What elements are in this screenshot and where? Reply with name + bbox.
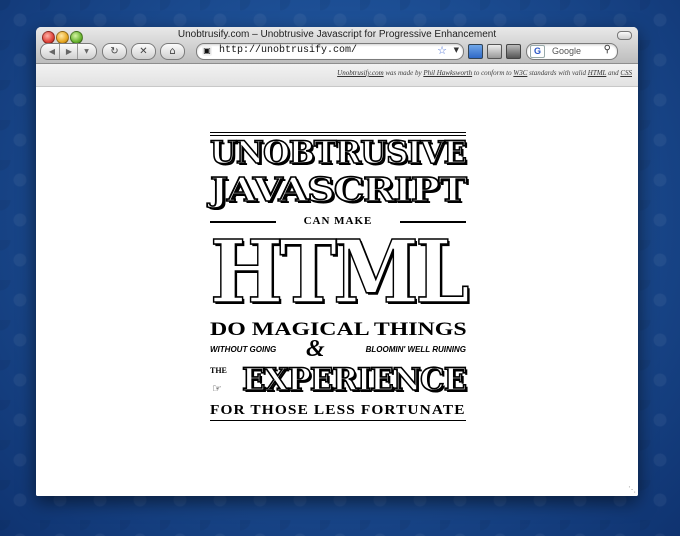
url-text[interactable]: http://unobtrusify.com/: [219, 45, 357, 56]
poster-experience: EXPERIENCE: [241, 362, 468, 398]
navigation-group: ◀ ▶ ▼: [40, 43, 97, 60]
poster-without-going: WITHOUT GOING: [210, 345, 277, 354]
poster-the: THE: [210, 366, 227, 375]
forward-button[interactable]: ▶: [59, 44, 78, 59]
search-box[interactable]: G Google ⚲: [526, 43, 618, 60]
search-engine-icon[interactable]: G: [530, 45, 545, 58]
poster-bloomin-well-ruining: BLOOMIN' WELL RUINING: [365, 345, 466, 354]
home-icon: ⌂: [169, 46, 176, 57]
poster-for-those-less-fortunate: FOR THOSE LESS FORTUNATE: [210, 403, 466, 418]
reload-button[interactable]: ↻: [102, 43, 127, 60]
w3c-link[interactable]: W3C: [513, 69, 527, 77]
credits-and: and: [608, 69, 619, 77]
credits-standards: standards with valid: [529, 69, 587, 77]
extension-icon[interactable]: [506, 44, 521, 59]
site-favicon: ▣: [202, 46, 212, 56]
poster-html: HTML: [209, 222, 470, 323]
toolbar-toggle-button[interactable]: [617, 31, 632, 40]
title-bar: Unobtrusify.com – Unobtrusive Javascript…: [36, 27, 638, 64]
bookmarks-icon[interactable]: [468, 44, 483, 59]
search-input[interactable]: Google: [552, 46, 581, 56]
credits-text: Unobtrusify.com was made by Phil Hawkswo…: [337, 69, 632, 77]
address-bar[interactable]: ▣ http://unobtrusify.com/ ☆ ▼: [196, 43, 464, 60]
author-link[interactable]: Phil Hawksworth: [423, 69, 472, 77]
poster-rule-bottom: [210, 420, 466, 421]
stop-icon: ✕: [139, 46, 148, 57]
poster-javascript: JAVASCRIPT: [209, 170, 468, 209]
poster-rule-top: [210, 132, 466, 133]
reload-icon: ↻: [110, 46, 119, 57]
html-link[interactable]: HTML: [588, 69, 607, 77]
page-content: UNOBTRUSIVE JAVASCRIPT CAN MAKE HTML DO …: [36, 87, 638, 496]
poster-ampersand: &: [306, 336, 325, 362]
url-dropdown-icon[interactable]: ▼: [454, 46, 459, 54]
typographic-poster: UNOBTRUSIVE JAVASCRIPT CAN MAKE HTML DO …: [209, 130, 470, 422]
search-icon[interactable]: ⚲: [604, 44, 611, 55]
browser-window: Unobtrusify.com – Unobtrusive Javascript…: [36, 27, 638, 496]
window-title: Unobtrusify.com – Unobtrusive Javascript…: [177, 29, 497, 40]
css-link[interactable]: CSS: [620, 69, 632, 77]
poster-unobtrusive: UNOBTRUSIVE: [209, 135, 468, 171]
history-dropdown-button[interactable]: ▼: [77, 44, 95, 59]
lock-icon[interactable]: [487, 44, 502, 59]
poster-do-magical-things: DO MAGICAL THINGS: [210, 319, 467, 340]
site-link[interactable]: Unobtrusify.com: [337, 69, 383, 77]
stop-button[interactable]: ✕: [131, 43, 156, 60]
bookmark-star-icon[interactable]: ☆: [437, 44, 447, 57]
credits-made-by: was made by: [385, 69, 422, 77]
resize-grip-icon[interactable]: ⋱: [628, 485, 636, 494]
credits-conform: to conform to: [473, 69, 512, 77]
pointing-hand-icon: ☞: [212, 382, 222, 395]
home-button[interactable]: ⌂: [160, 43, 185, 60]
credits-bar: Unobtrusify.com was made by Phil Hawkswo…: [36, 64, 638, 87]
